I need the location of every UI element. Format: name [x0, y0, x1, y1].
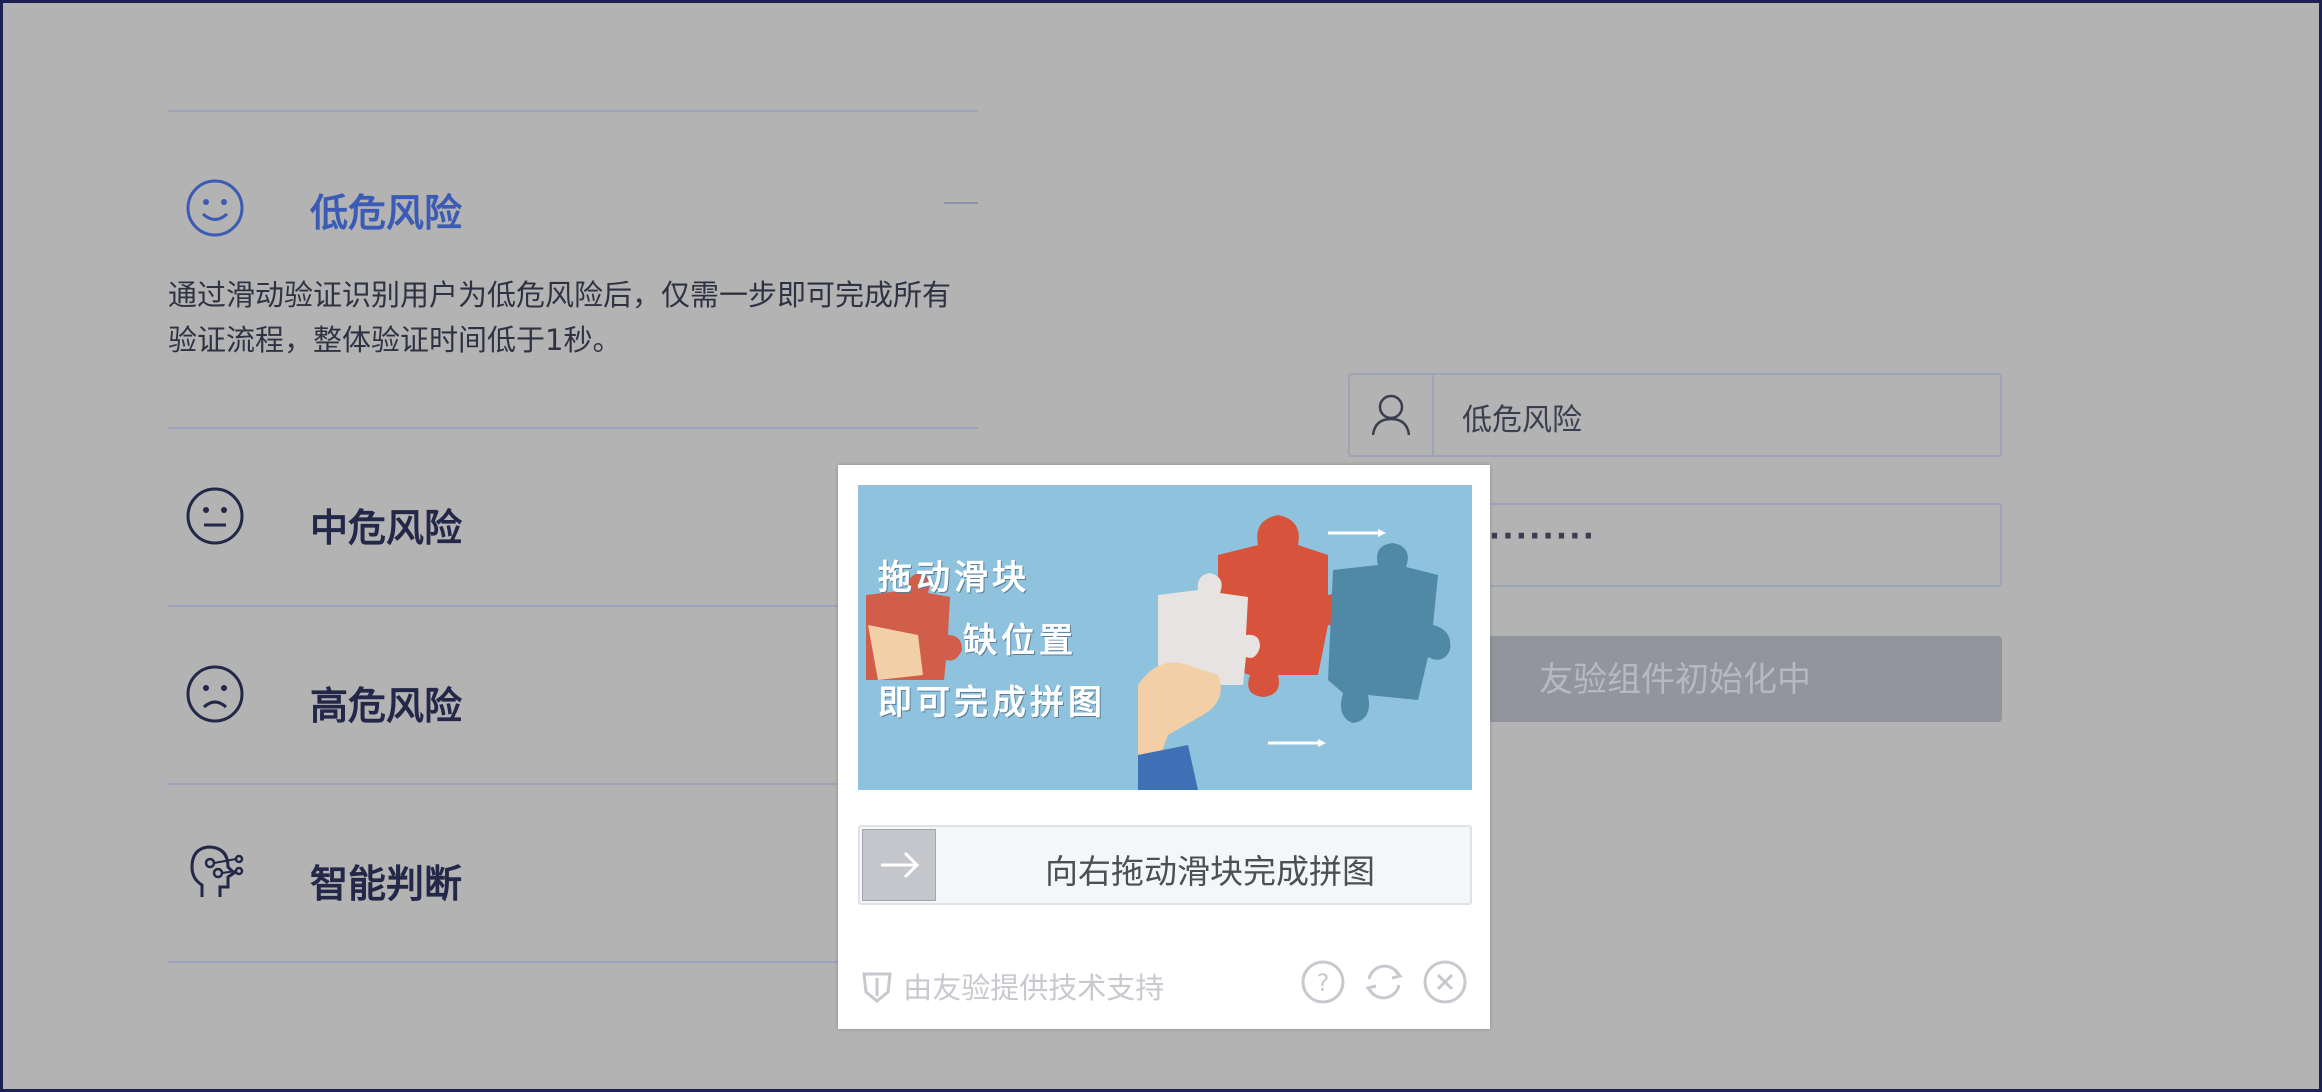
accordion-title: 低危风险	[310, 191, 463, 235]
accordion-item-low-risk[interactable]: 低危风险	[168, 112, 978, 297]
smile-icon	[186, 179, 244, 237]
slider-hint: 向右拖动滑块完成拼图	[1045, 852, 1375, 891]
brand-text: 由友验提供技术支持	[903, 971, 1165, 1005]
accordion-title: 中危风险	[310, 506, 463, 550]
puzzle-illustration	[858, 485, 1472, 790]
captcha-slider-track[interactable]: 向右拖动滑块完成拼图	[858, 825, 1472, 905]
arrow-right-icon	[881, 851, 920, 879]
ai-head-icon	[190, 845, 244, 897]
accordion-title: 智能判断	[310, 862, 463, 906]
puzzle-text-line: 拖动滑块	[878, 558, 1030, 598]
refresh-icon[interactable]	[1361, 959, 1407, 1005]
puzzle-text-line: 缺位置	[963, 621, 1077, 661]
sad-face-icon	[186, 665, 244, 723]
username-value: 低危风险	[1462, 403, 1582, 438]
puzzle-image: 拖动滑块 缺位置 即可完成拼图	[858, 485, 1472, 790]
collapse-icon[interactable]	[944, 202, 978, 204]
slider-handle[interactable]	[862, 829, 936, 901]
username-field[interactable]: 低危风险	[1348, 373, 2002, 457]
help-icon[interactable]: ?	[1300, 959, 1346, 1005]
neutral-face-icon	[186, 487, 244, 545]
user-icon-addon	[1350, 375, 1434, 455]
brand-shield-icon	[862, 972, 892, 1003]
captcha-modal: 拖动滑块 缺位置 即可完成拼图 向右拖动滑块完成拼图 由友验提供技术支持 ?	[838, 465, 1490, 1029]
user-icon	[1371, 394, 1411, 436]
accordion-title: 高危风险	[310, 684, 463, 728]
captcha-actions: ?	[1290, 959, 1468, 1009]
close-icon[interactable]	[1422, 959, 1468, 1005]
puzzle-text-line: 即可完成拼图	[878, 683, 1106, 723]
captcha-brand: 由友验提供技术支持	[860, 965, 1164, 1007]
svg-text:?: ?	[1316, 969, 1329, 997]
